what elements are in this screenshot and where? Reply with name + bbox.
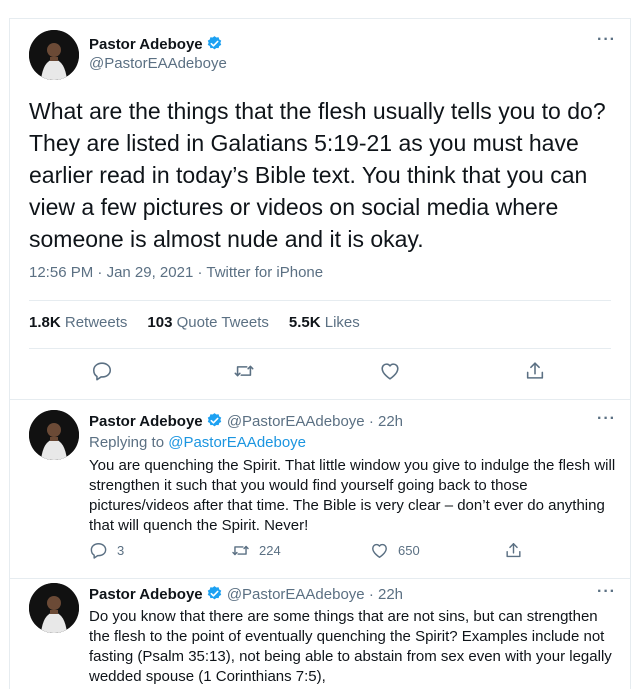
tweet-metadata: 12:56 PM · Jan 29, 2021 · Twitter for iP… bbox=[29, 264, 324, 281]
tweet-text: What are the things that the flesh usual… bbox=[29, 98, 606, 252]
more-options-icon[interactable]: ··· bbox=[597, 31, 616, 49]
replying-to: Replying to @PastorEAAdeboye bbox=[89, 434, 307, 451]
retweet-count: 224 bbox=[259, 543, 281, 558]
tweet-date[interactable]: Jan 29, 2021 bbox=[107, 264, 194, 281]
tweet-time-ago[interactable]: 22h bbox=[378, 413, 403, 430]
author-handle[interactable]: @PastorEAAdeboye bbox=[89, 55, 227, 72]
retweet-icon[interactable] bbox=[233, 360, 255, 382]
heart-icon[interactable]: 650 bbox=[370, 541, 420, 560]
tweet-time[interactable]: 12:56 PM bbox=[29, 264, 93, 281]
retweet-icon[interactable]: 224 bbox=[231, 541, 281, 560]
divider bbox=[29, 348, 611, 349]
share-icon[interactable] bbox=[504, 541, 523, 560]
likes-stat[interactable]: 5.5K Likes bbox=[289, 314, 360, 331]
author-name[interactable]: Pastor Adeboye bbox=[89, 586, 203, 603]
reply-icon[interactable]: 3 bbox=[89, 541, 124, 560]
tweet-time-ago[interactable]: 22h bbox=[378, 586, 403, 603]
reply-text: You are quenching the Spirit. That littl… bbox=[89, 457, 616, 534]
like-count: 650 bbox=[398, 543, 420, 558]
author-avatar[interactable] bbox=[29, 410, 79, 460]
reply-header: Pastor Adeboye @PastorEAAdeboye · 22h bbox=[89, 585, 403, 606]
more-options-icon[interactable]: ··· bbox=[597, 583, 616, 601]
verified-badge-icon bbox=[206, 412, 223, 433]
quote-tweets-stat[interactable]: 103 Quote Tweets bbox=[147, 314, 268, 331]
author-handle[interactable]: @PastorEAAdeboye bbox=[227, 413, 365, 430]
reply-actions: 3 224 650 bbox=[10, 541, 630, 571]
author-avatar[interactable] bbox=[29, 583, 79, 633]
divider bbox=[29, 300, 611, 301]
reply-count: 3 bbox=[117, 543, 125, 558]
tweet-stats: 1.8K Retweets 103 Quote Tweets 5.5K Like… bbox=[29, 314, 360, 331]
retweets-stat[interactable]: 1.8K Retweets bbox=[29, 314, 127, 331]
verified-badge-icon bbox=[206, 35, 223, 57]
author-handle[interactable]: @PastorEAAdeboye bbox=[227, 586, 365, 603]
tweet-thread: Pastor Adeboye @PastorEAAdeboye ··· What… bbox=[9, 18, 631, 689]
main-tweet-actions bbox=[10, 360, 630, 390]
verified-badge-icon bbox=[206, 585, 223, 606]
divider bbox=[10, 578, 630, 579]
share-icon[interactable] bbox=[524, 360, 546, 382]
reply-header: Pastor Adeboye @PastorEAAdeboye · 22h bbox=[89, 412, 403, 433]
replying-to-link[interactable]: @PastorEAAdeboye bbox=[168, 434, 306, 451]
tweet-source[interactable]: Twitter for iPhone bbox=[206, 264, 323, 281]
more-options-icon[interactable]: ··· bbox=[597, 410, 616, 428]
divider bbox=[10, 399, 630, 400]
author-name[interactable]: Pastor Adeboye bbox=[89, 36, 203, 53]
reply-icon[interactable] bbox=[91, 360, 113, 382]
heart-icon[interactable] bbox=[379, 360, 401, 382]
reply-text: Do you know that there are some things t… bbox=[89, 608, 612, 685]
author-name[interactable]: Pastor Adeboye bbox=[89, 413, 203, 430]
author-avatar[interactable] bbox=[29, 30, 79, 80]
